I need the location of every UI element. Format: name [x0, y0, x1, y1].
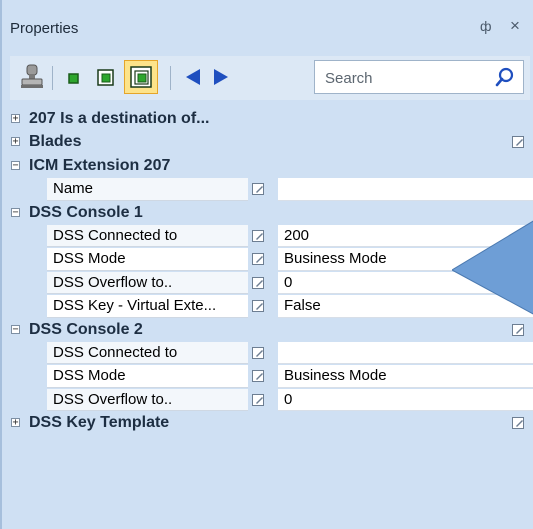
row-indent: [2, 248, 47, 272]
edit-icon[interactable]: [252, 229, 265, 248]
toolbar-separator: [170, 66, 171, 90]
property-row[interactable]: DSS Connected to: [2, 341, 533, 366]
properties-panel: Properties ф × Search + 207 Is a destina…: [0, 0, 533, 529]
category-label: DSS Console 1: [29, 203, 143, 221]
expand-icon[interactable]: +: [11, 137, 20, 147]
property-row[interactable]: DSS Mode Business Mode: [2, 365, 533, 389]
panel-title-bar[interactable]: Properties ф ×: [2, 12, 533, 50]
edit-icon[interactable]: [252, 276, 265, 295]
row-indent: [2, 224, 47, 249]
edit-icon[interactable]: [252, 346, 265, 365]
category-label: ICM Extension 207: [29, 156, 171, 174]
property-row[interactable]: DSS Overflow to.. 0: [2, 388, 533, 413]
back-arrow-icon[interactable]: [178, 63, 206, 91]
search-input[interactable]: [323, 66, 487, 90]
row-indent: [2, 271, 47, 296]
property-name[interactable]: DSS Mode: [47, 248, 248, 271]
expand-icon[interactable]: +: [11, 418, 20, 428]
close-icon[interactable]: ×: [510, 16, 520, 36]
edit-icon[interactable]: [512, 136, 525, 154]
properties-toolbar: [10, 56, 530, 100]
pin-icon[interactable]: ф: [480, 18, 492, 34]
collapse-icon[interactable]: −: [11, 324, 20, 334]
category-label: DSS Console 2: [29, 320, 143, 338]
property-name[interactable]: DSS Overflow to..: [47, 271, 248, 295]
row-indent: [2, 341, 47, 366]
category-row[interactable]: − ICM Extension 207: [2, 154, 533, 179]
edit-icon[interactable]: [252, 253, 265, 271]
category-label: DSS Key Template: [29, 414, 170, 432]
collapse-icon[interactable]: −: [11, 160, 20, 170]
category-row[interactable]: +207 Is a destination of...: [2, 108, 533, 132]
edit-icon[interactable]: [512, 323, 525, 342]
property-name[interactable]: DSS Connected to: [47, 224, 248, 248]
edit-icon[interactable]: [252, 300, 265, 318]
category-label: Blades: [29, 133, 82, 151]
collapse-icon[interactable]: −: [11, 207, 20, 217]
large-square-icon-selected[interactable]: [124, 60, 158, 94]
row-indent: [2, 388, 47, 413]
small-square-icon[interactable]: [60, 63, 88, 91]
property-pages-icon[interactable]: [18, 63, 46, 91]
property-name[interactable]: DSS Mode: [47, 365, 248, 388]
expand-icon[interactable]: +: [11, 114, 20, 124]
category-label: 207 Is a destination of...: [29, 110, 210, 127]
edit-icon[interactable]: [252, 183, 265, 201]
property-name[interactable]: DSS Overflow to..: [47, 388, 248, 412]
category-row[interactable]: + Blades: [2, 131, 533, 155]
edit-icon[interactable]: [252, 370, 265, 388]
edit-icon[interactable]: [512, 417, 525, 435]
callout-shape: [452, 220, 533, 315]
property-value[interactable]: [278, 341, 533, 365]
row-indent: [2, 365, 47, 389]
property-name[interactable]: DSS Key - Virtual Exte...: [47, 295, 248, 318]
row-indent: [2, 178, 47, 202]
property-name[interactable]: Name: [47, 178, 248, 201]
search-box[interactable]: [314, 60, 524, 94]
property-row[interactable]: Name: [2, 178, 533, 202]
forward-arrow-icon[interactable]: [208, 63, 236, 91]
property-value[interactable]: [278, 178, 533, 201]
category-row[interactable]: − DSS Console 2: [2, 318, 533, 342]
category-row[interactable]: + DSS Key Template: [2, 412, 533, 436]
search-icon[interactable]: [495, 67, 515, 92]
medium-square-icon[interactable]: [92, 63, 120, 91]
property-name[interactable]: DSS Connected to: [47, 341, 248, 365]
property-value[interactable]: Business Mode: [278, 365, 533, 388]
panel-title: Properties: [10, 20, 79, 37]
row-indent: [2, 295, 47, 319]
toolbar-separator: [52, 66, 53, 90]
edit-icon[interactable]: [252, 393, 265, 412]
property-value[interactable]: 0: [278, 388, 533, 412]
